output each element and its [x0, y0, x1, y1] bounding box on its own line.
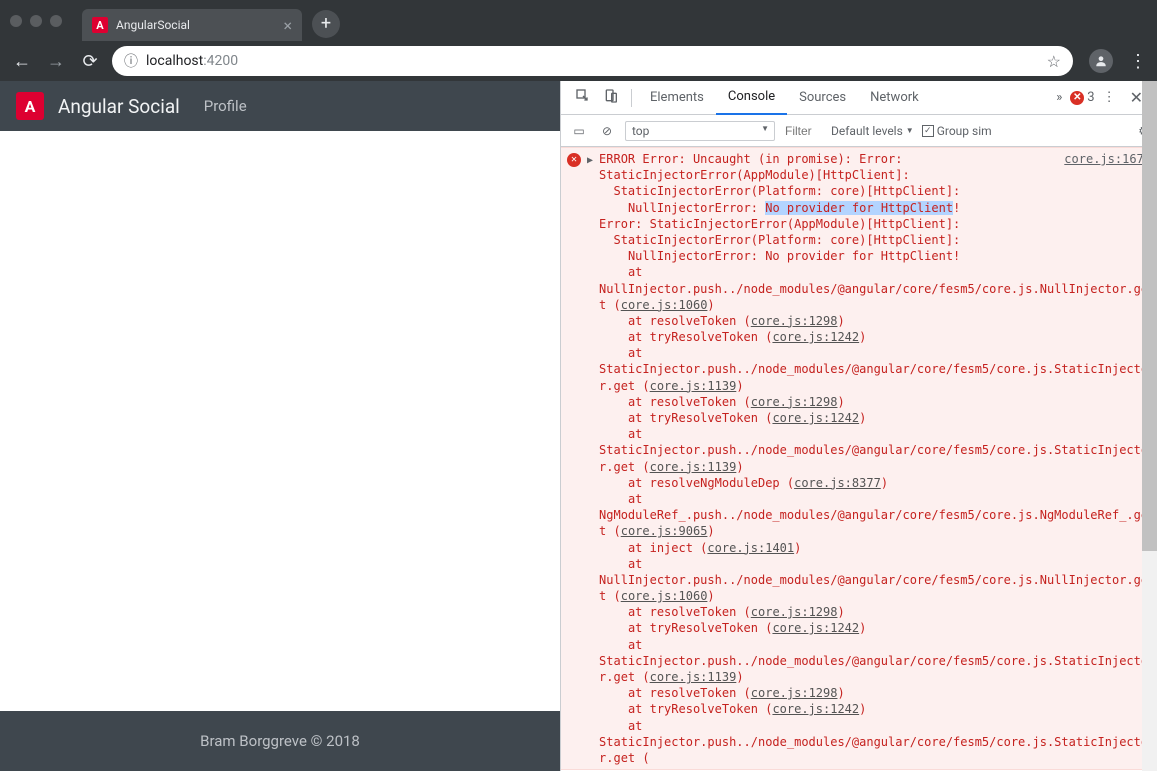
error-icon: ✕	[567, 153, 581, 167]
console-output: ✕ ▶ core.js:1671ERROR Error: Uncaught (i…	[561, 147, 1157, 771]
source-link[interactable]: core.js:1139	[650, 379, 737, 393]
devtools-panel: Elements Console Sources Network » ✕ 3 ⋮…	[560, 81, 1157, 771]
tab-elements[interactable]: Elements	[638, 81, 716, 115]
more-tabs-icon[interactable]: »	[1056, 90, 1062, 105]
device-toolbar-icon[interactable]	[597, 88, 625, 108]
source-link[interactable]: core.js:1242	[772, 330, 859, 344]
bookmark-star-icon[interactable]: ☆	[1047, 52, 1061, 71]
log-levels-dropdown[interactable]: Default levels ▼	[831, 124, 914, 138]
nav-profile-link[interactable]: Profile	[204, 97, 247, 115]
url-text: localhost:4200	[146, 53, 1039, 69]
source-link[interactable]: core.js:1401	[707, 541, 794, 555]
tab-console[interactable]: Console	[716, 81, 787, 115]
group-similar-checkbox[interactable]: ✓Group sim	[922, 124, 992, 138]
minimize-window-icon[interactable]	[30, 15, 42, 27]
vertical-scrollbar[interactable]	[1142, 81, 1157, 771]
browser-tab[interactable]: A AngularSocial ×	[82, 9, 302, 41]
tab-sources[interactable]: Sources	[787, 81, 858, 115]
back-button[interactable]: ←	[10, 51, 34, 72]
source-link[interactable]: core.js:1671	[1064, 151, 1151, 167]
expand-icon[interactable]: ▶	[587, 154, 593, 766]
source-link[interactable]: core.js:1139	[650, 460, 737, 474]
maximize-window-icon[interactable]	[50, 15, 62, 27]
app-title: Angular Social	[58, 95, 180, 118]
scrollbar-thumb[interactable]	[1142, 81, 1157, 551]
show-console-sidebar-icon[interactable]: ▭	[569, 124, 589, 138]
clear-console-icon[interactable]: ⊘	[597, 124, 617, 138]
close-tab-icon[interactable]: ×	[283, 16, 292, 35]
console-error-entry[interactable]: ✕ ▶ core.js:1671ERROR Error: Uncaught (i…	[561, 147, 1157, 770]
reload-button[interactable]: ⟳	[78, 51, 102, 72]
close-window-icon[interactable]	[10, 15, 22, 27]
source-link[interactable]: core.js:1298	[751, 605, 838, 619]
error-icon: ✕	[1070, 91, 1084, 105]
app-navbar: A Angular Social Profile	[0, 81, 560, 131]
profile-avatar-icon[interactable]	[1089, 49, 1113, 73]
error-message: core.js:1671ERROR Error: Uncaught (in pr…	[599, 151, 1151, 766]
source-link[interactable]: core.js:1298	[751, 314, 838, 328]
devtools-menu-icon[interactable]: ⋮	[1103, 90, 1116, 105]
inspect-element-icon[interactable]	[569, 88, 597, 108]
source-link[interactable]: core.js:1060	[621, 589, 708, 603]
source-link[interactable]: core.js:1298	[751, 686, 838, 700]
source-link[interactable]: core.js:1242	[772, 621, 859, 635]
address-bar[interactable]: ⓘ localhost:4200 ☆	[112, 46, 1073, 76]
source-link[interactable]: core.js:9065	[621, 524, 708, 538]
browser-menu-icon[interactable]: ⋮	[1129, 51, 1147, 72]
devtools-tab-bar: Elements Console Sources Network » ✕ 3 ⋮…	[561, 81, 1157, 115]
error-count-badge[interactable]: ✕ 3	[1070, 90, 1094, 105]
forward-button[interactable]: →	[44, 51, 68, 72]
site-info-icon[interactable]: ⓘ	[124, 51, 138, 71]
browser-tab-strip: A AngularSocial × +	[0, 0, 1157, 41]
source-link[interactable]: core.js:1139	[650, 670, 737, 684]
app-footer: Bram Borggreve © 2018	[0, 711, 560, 771]
source-link[interactable]: core.js:1298	[751, 395, 838, 409]
source-link[interactable]: core.js:8377	[794, 476, 881, 490]
page-content: A Angular Social Profile Bram Borggreve …	[0, 81, 560, 771]
tab-network[interactable]: Network	[858, 81, 931, 115]
window-controls	[10, 15, 62, 27]
source-link[interactable]: core.js:1242	[772, 411, 859, 425]
context-selector[interactable]: top	[625, 121, 775, 141]
filter-input[interactable]	[783, 122, 823, 140]
angular-favicon-icon: A	[92, 17, 108, 33]
browser-toolbar: ← → ⟳ ⓘ localhost:4200 ☆ ⋮	[0, 41, 1157, 81]
console-filter-bar: ▭ ⊘ top Default levels ▼ ✓Group sim ⚙	[561, 115, 1157, 147]
tab-title: AngularSocial	[116, 18, 275, 32]
app-body	[0, 131, 560, 711]
new-tab-button[interactable]: +	[312, 10, 340, 38]
source-link[interactable]: core.js:1242	[772, 702, 859, 716]
angular-logo-icon: A	[16, 92, 44, 120]
source-link[interactable]: core.js:1060	[621, 298, 708, 312]
